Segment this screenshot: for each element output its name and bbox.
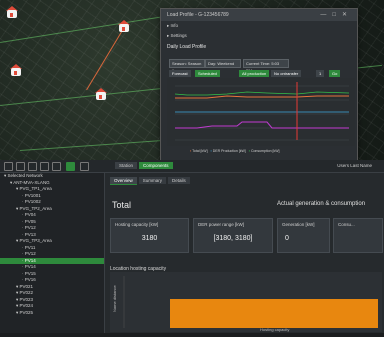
dialog-title: Load Profile - G-123456789 bbox=[167, 12, 229, 18]
hosting-bar bbox=[170, 299, 378, 328]
tool-icon[interactable] bbox=[28, 162, 37, 171]
subtab-overview[interactable]: Overview bbox=[110, 177, 137, 185]
go-button[interactable]: Go bbox=[329, 70, 341, 77]
tree-item-label: PV16 bbox=[24, 277, 36, 282]
tree-item-label: PV1001 bbox=[24, 192, 41, 198]
chart-grid bbox=[175, 85, 349, 141]
legend-item: Consumption [kW] bbox=[250, 149, 280, 153]
dialog-titlebar[interactable]: Load Profile - G-123456789 —□✕ bbox=[161, 9, 357, 21]
der-power-range-card: DER power range [kW] [3180, 3180] bbox=[193, 218, 273, 253]
tree-item-label: PV11 bbox=[24, 244, 36, 250]
card-label: Generation [kW] bbox=[282, 222, 315, 227]
window-controls[interactable]: —□✕ bbox=[320, 9, 353, 21]
house-pin-icon[interactable] bbox=[117, 20, 131, 32]
tree-item-label: PV023 bbox=[19, 296, 34, 302]
card-label: Consu... bbox=[338, 222, 355, 227]
legend-item: DER Production [kW] bbox=[212, 149, 246, 153]
load-profile-svg bbox=[174, 82, 350, 141]
house-pin-icon[interactable] bbox=[94, 88, 108, 100]
scheduled-button[interactable]: Scheduled bbox=[195, 70, 220, 77]
tree-item-label: PVG_TP2_Area bbox=[19, 205, 52, 211]
tree-item-label: PV12 bbox=[24, 225, 36, 230]
load-profile-chart bbox=[167, 78, 355, 146]
tree-item[interactable]: ▾ PV025 bbox=[0, 310, 104, 317]
user-name: Users Last Name bbox=[337, 163, 372, 168]
series-orange-line bbox=[175, 95, 349, 99]
tab-station[interactable]: Station bbox=[115, 162, 138, 169]
card-value: 3180 bbox=[141, 235, 158, 242]
tree-item-label: ANT-MVA-XLANG bbox=[13, 179, 50, 185]
consumption-card: Consu... bbox=[333, 218, 383, 253]
card-value: [3180, 3180] bbox=[213, 235, 253, 242]
location-hosting-chart: Name distance Hosting capacity bbox=[110, 272, 382, 332]
main-toolbar bbox=[0, 160, 384, 173]
info-row[interactable]: ▸ Info bbox=[161, 21, 357, 31]
card-value: 0 bbox=[285, 235, 289, 242]
top-tabs: Station Components bbox=[115, 162, 175, 169]
no-ontransfer-button[interactable]: No ontransfer bbox=[271, 70, 302, 77]
total-heading: Total bbox=[112, 200, 132, 210]
daily-load-profile-heading: Daily Load Profile bbox=[167, 44, 207, 50]
time-field[interactable]: Current Time: 5:03 PM bbox=[243, 59, 289, 73]
house-pin-icon[interactable] bbox=[9, 64, 23, 76]
main-panel: Overview Summary Details Total Actual gene… bbox=[105, 173, 384, 333]
forecast-button[interactable]: Forecast bbox=[169, 70, 191, 77]
chart2-xlabel: Hosting capacity bbox=[260, 327, 289, 332]
tree-item-label: Selected Network bbox=[7, 173, 43, 178]
card-label: Hosting capacity [kW] bbox=[115, 222, 159, 227]
card-label: DER power range [kW] bbox=[198, 222, 245, 227]
subtabs: Overview Summary Details bbox=[110, 177, 192, 185]
tree-item-label: PV14 bbox=[24, 257, 36, 263]
subtab-details[interactable]: Details bbox=[168, 177, 190, 184]
tree-item-label: PV14 bbox=[24, 264, 36, 269]
tool-icon[interactable] bbox=[52, 162, 61, 171]
legend-item: Total [kW] bbox=[192, 149, 208, 153]
tool-icon[interactable] bbox=[40, 162, 49, 171]
tree-item-label: PV05 bbox=[24, 218, 36, 224]
season-field[interactable]: Season: Season 1 bbox=[169, 59, 205, 73]
map-road bbox=[20, 139, 170, 151]
subtab-summary[interactable]: Summary bbox=[138, 177, 167, 184]
active-tool-icon[interactable] bbox=[66, 162, 75, 171]
chart2-ylabel: Name distance bbox=[112, 285, 117, 312]
tool-icon[interactable] bbox=[16, 162, 25, 171]
connection-line bbox=[86, 31, 122, 91]
hosting-capacity-card: Hosting capacity [kW] 3180 bbox=[110, 218, 189, 253]
tree-item-label: PVG_TP3_Area bbox=[19, 238, 52, 243]
tree-item-label: PV024 bbox=[19, 303, 34, 308]
series-magenta-line bbox=[175, 121, 349, 129]
tree-item-label: PV04 bbox=[24, 212, 36, 217]
series-green-line bbox=[174, 91, 350, 96]
tree-item-label: PV025 bbox=[19, 309, 34, 315]
map-road bbox=[0, 13, 178, 43]
tree-item-label: PVG_TP1_Area bbox=[19, 186, 52, 191]
tree-item-label: PV13 bbox=[24, 231, 36, 237]
tree-item-label: PV12 bbox=[24, 251, 36, 256]
actual-heading: Actual generation & consumption bbox=[277, 201, 366, 207]
house-pin-icon[interactable] bbox=[5, 6, 19, 18]
counter-field[interactable]: 1 bbox=[316, 70, 325, 77]
tree-item-label: PV022 bbox=[19, 290, 34, 295]
day-field[interactable]: Day: Weekend bbox=[205, 59, 241, 68]
tree-item-label: PV021 bbox=[19, 283, 34, 289]
network-tree: ▾ Selected Network ▾ ANT-MVA-XLANG ▾ PVG_T… bbox=[0, 173, 105, 333]
settings-row[interactable]: ▸ Settings bbox=[161, 31, 357, 41]
tab-components[interactable]: Components bbox=[139, 162, 173, 169]
generation-card: Generation [kW] 0 bbox=[277, 218, 330, 253]
tree-item-label: PV15 bbox=[24, 270, 36, 276]
chart-legend: ▪ Total [kW] ▪ DER Production [kW] ▪ Con… bbox=[190, 149, 280, 153]
all-production-button[interactable]: All production bbox=[239, 70, 270, 77]
tree-item-label: PV1002 bbox=[24, 199, 41, 204]
tool-icon[interactable] bbox=[80, 162, 89, 171]
tool-icon[interactable] bbox=[4, 162, 13, 171]
location-chart-svg: Name distance Hosting capacity bbox=[112, 276, 378, 332]
